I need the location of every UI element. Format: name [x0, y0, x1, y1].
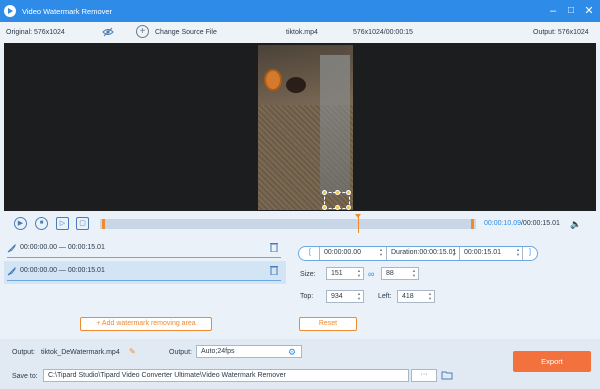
set-start-button[interactable]: [: [309, 249, 311, 256]
segment-item[interactable]: 00:00:00.00 — 00:00:15.01: [4, 261, 286, 284]
playhead[interactable]: [355, 214, 361, 233]
video-tarantula: [286, 77, 306, 93]
spinner-icon[interactable]: ▲ ▼: [427, 291, 433, 301]
play-icon[interactable]: ▶: [14, 217, 27, 230]
title-bar: Video Watermark Remover – □ ✕: [0, 0, 600, 22]
height-value: 88: [386, 270, 394, 277]
save-to-label: Save to:: [12, 373, 38, 380]
top-label: Top:: [300, 293, 314, 300]
window-title: Video Watermark Remover: [22, 6, 113, 16]
info-bar: Original: 576x1024 + Change Source File …: [0, 22, 600, 43]
save-path-value: C:\Tipard Studio\Tipard Video Converter …: [48, 372, 286, 379]
segment-list: 00:00:00.00 — 00:00:15.01 00:00:00.00 — …: [4, 238, 289, 339]
spinner-icon[interactable]: ▲ ▼: [411, 268, 417, 278]
bottom-bar: Output: tiktok_DeWatermark.mp4 ✎ Output:…: [0, 339, 600, 389]
output-format-field[interactable]: Auto;24fps: [196, 345, 302, 358]
file-name: tiktok.mp4: [286, 29, 318, 36]
left-field[interactable]: 418 ▲ ▼: [397, 290, 435, 303]
reset-button[interactable]: Reset: [299, 317, 357, 331]
resize-handle[interactable]: [322, 190, 327, 195]
original-resolution: Original: 576x1024: [6, 29, 65, 36]
output-format-label: Output:: [169, 349, 192, 356]
range-editor: [ 00:00:00.00 ▲ ▼ Duration:00:00:15.01 ▲ ▼…: [298, 246, 538, 261]
spinner-icon[interactable]: ▲ ▼: [378, 247, 384, 257]
add-watermark-area-button[interactable]: + Add watermark removing area: [80, 317, 212, 331]
resize-handle[interactable]: [346, 205, 351, 210]
resize-handle[interactable]: [335, 205, 340, 210]
size-label: Size:: [300, 271, 316, 278]
timecode: 00:00:10.09/00:00:15.01: [484, 220, 560, 227]
resize-handle[interactable]: [335, 190, 340, 195]
export-button[interactable]: Export: [513, 351, 591, 372]
spinner-icon[interactable]: ▲ ▼: [515, 247, 521, 257]
spinner-icon[interactable]: ▲ ▼: [356, 291, 362, 301]
minimize-button[interactable]: –: [546, 4, 560, 18]
file-meta: 576x1024/00:00:15: [353, 29, 413, 36]
edit-name-icon[interactable]: ✎: [129, 348, 137, 356]
width-field[interactable]: 151 ▲ ▼: [326, 267, 364, 280]
top-field[interactable]: 934 ▲ ▼: [326, 290, 364, 303]
duration-value: Duration:00:00:15.01: [391, 249, 457, 256]
segment-bar: [7, 280, 281, 281]
start-time-value: 00:00:00.00: [324, 249, 361, 256]
add-source-icon[interactable]: +: [136, 25, 149, 38]
segment-item[interactable]: 00:00:00.00 — 00:00:15.01: [4, 238, 286, 261]
spinner-icon[interactable]: ▲ ▼: [356, 268, 362, 278]
output-file-label: Output:: [12, 349, 35, 356]
set-end-button[interactable]: ]: [529, 249, 531, 256]
end-time-value: 00:00:15.01: [464, 249, 501, 256]
timeline[interactable]: [100, 214, 476, 233]
eye-hide-icon[interactable]: [102, 27, 114, 37]
playback-controls: ▶ ■ ▷ ▢ 00:00:10.09/00:00:15.01 🔈: [0, 211, 600, 237]
output-format-value: Auto;24fps: [201, 348, 235, 355]
app-logo-icon: [4, 5, 16, 17]
next-frame-icon[interactable]: ▷: [56, 217, 69, 230]
trash-icon[interactable]: [270, 242, 278, 252]
output-resolution: Output: 576x1024: [533, 29, 589, 36]
stop-icon[interactable]: ■: [35, 217, 48, 230]
video-glass: [320, 55, 350, 195]
trash-icon[interactable]: [270, 265, 278, 275]
start-time-field[interactable]: 00:00:00.00 ▲ ▼: [319, 247, 385, 260]
browse-button[interactable]: ···: [411, 369, 437, 382]
folder-icon[interactable]: [441, 370, 453, 380]
gear-icon[interactable]: ⚙: [288, 348, 297, 357]
top-value: 934: [331, 293, 343, 300]
link-ratio-icon[interactable]: ∞: [368, 270, 378, 279]
spinner-icon[interactable]: ▲ ▼: [451, 247, 457, 257]
total-time: /00:00:15.01: [520, 220, 560, 227]
resize-handle[interactable]: [322, 205, 327, 210]
video-frame: [258, 45, 353, 210]
resize-handle[interactable]: [346, 190, 351, 195]
volume-icon[interactable]: 🔈: [570, 219, 582, 229]
maximize-button[interactable]: □: [564, 4, 578, 18]
height-field[interactable]: 88 ▲ ▼: [381, 267, 419, 280]
current-time: 00:00:10.09: [484, 220, 521, 227]
loop-icon[interactable]: ▢: [76, 217, 89, 230]
timeline-selection[interactable]: [102, 219, 474, 229]
width-value: 151: [331, 270, 343, 277]
save-path-field[interactable]: C:\Tipard Studio\Tipard Video Converter …: [43, 369, 409, 382]
area-settings: [ 00:00:00.00 ▲ ▼ Duration:00:00:15.01 ▲ ▼…: [293, 238, 596, 339]
left-value: 418: [402, 293, 414, 300]
output-file-name: tiktok_DeWatermark.mp4: [41, 349, 120, 356]
close-button[interactable]: ✕: [582, 4, 596, 18]
change-source-button[interactable]: Change Source File: [155, 29, 217, 36]
segment-bar: [7, 257, 281, 258]
video-preview: [4, 43, 596, 211]
left-label: Left:: [378, 293, 392, 300]
brush-icon: [7, 267, 16, 276]
segment-range: 00:00:00.00 — 00:00:15.01: [20, 244, 105, 251]
duration-field[interactable]: Duration:00:00:15.01 ▲ ▼: [386, 247, 458, 260]
video-dish: [264, 69, 282, 91]
end-time-field[interactable]: 00:00:15.01 ▲ ▼: [459, 247, 523, 260]
brush-icon: [7, 244, 16, 253]
watermark-selection-box[interactable]: [322, 190, 351, 210]
segment-range: 00:00:00.00 — 00:00:15.01: [20, 267, 105, 274]
